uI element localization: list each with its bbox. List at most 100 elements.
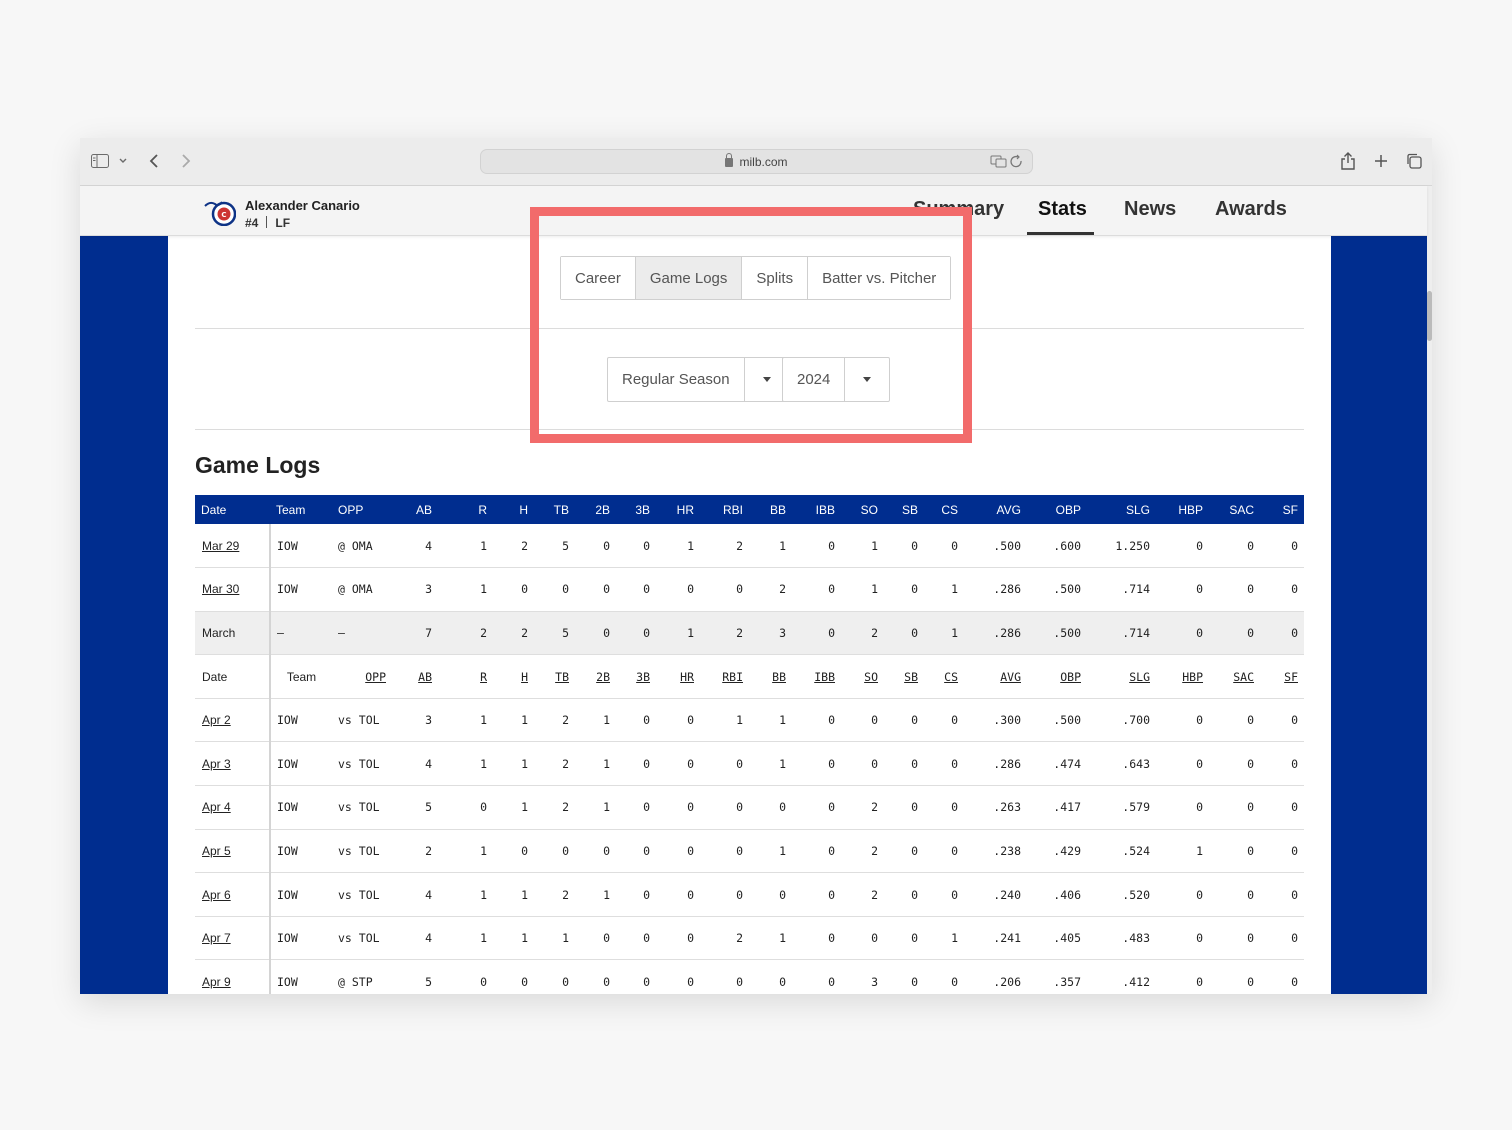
table-row: Apr 4 IOW vs TOL 5 0 1 2 1 0 0 0 0 0 2 0 0.263.417.579 0… [195, 785, 1304, 830]
stat-cell[interactable]: SAC [1209, 654, 1260, 699]
column-header[interactable]: R [438, 495, 493, 524]
column-header[interactable]: Date [195, 495, 270, 524]
stat-cell[interactable]: R [438, 654, 493, 699]
stat-cell: @ STP [332, 959, 392, 994]
stat-cell[interactable]: RBI [700, 654, 749, 699]
translate-icon[interactable] [990, 153, 1024, 172]
game-date-link[interactable]: Apr 9 [202, 975, 231, 989]
page-scrollbar[interactable] [1427, 186, 1432, 994]
back-icon[interactable] [146, 150, 162, 172]
address-bar[interactable]: milb.com [480, 149, 1033, 174]
nav-stats[interactable]: Stats [1038, 198, 1087, 221]
caret-down-icon[interactable] [845, 358, 889, 401]
stat-cell: .405 [1027, 916, 1087, 961]
stat-cell[interactable]: AB [392, 654, 438, 699]
stat-cell: vs TOL [332, 829, 392, 874]
stat-cell[interactable]: SLG [1087, 654, 1156, 699]
column-header[interactable]: AB [392, 495, 438, 524]
year-select[interactable]: 2024 [782, 357, 891, 402]
season-type-select[interactable]: Regular Season [607, 357, 790, 402]
table-subheader-row: Date Team OPP AB R H TB 2B 3B HR RBI BB IBB SO SB CS AVG… [195, 654, 1304, 699]
game-date-link[interactable]: Apr 7 [202, 931, 231, 945]
column-header[interactable]: H [493, 495, 534, 524]
stat-cell[interactable]: TB [534, 654, 575, 699]
column-header[interactable]: TB [534, 495, 575, 524]
column-header[interactable]: SB [884, 495, 924, 524]
tab-batter-vs-pitcher[interactable]: Batter vs. Pitcher [808, 257, 951, 299]
sidebar-toggle-icon[interactable] [90, 150, 110, 172]
stat-cell[interactable]: OPP [332, 654, 392, 699]
column-header[interactable]: HR [656, 495, 700, 524]
stat-cell[interactable]: SF [1260, 654, 1304, 699]
column-header[interactable]: HBP [1156, 495, 1209, 524]
stat-cell: 0 [1156, 872, 1209, 917]
nav-summary[interactable]: Summary [913, 198, 1004, 221]
stat-cell: 1 [749, 916, 792, 961]
stat-cell: 0 [1260, 916, 1304, 961]
stat-cell: @ OMA [332, 524, 392, 569]
nav-news[interactable]: News [1124, 198, 1176, 221]
stat-cell[interactable]: BB [749, 654, 792, 699]
stat-cell[interactable]: IBB [792, 654, 841, 699]
stat-cell[interactable]: HR [656, 654, 700, 699]
column-header[interactable]: SAC [1209, 495, 1260, 524]
stat-cell: .206 [964, 959, 1027, 994]
tab-career[interactable]: Career [561, 257, 636, 299]
table-row: Apr 3 IOW vs TOL 4 1 1 2 1 0 0 0 1 0 0 0 0.286.474.643 0… [195, 741, 1304, 787]
column-header[interactable]: Team [270, 495, 332, 524]
stat-cell[interactable]: 3B [616, 654, 656, 699]
column-header[interactable]: SF [1260, 495, 1304, 524]
stat-cell: 0 [1209, 916, 1260, 961]
date-cell: Apr 3 [195, 741, 271, 787]
nav-awards[interactable]: Awards [1215, 198, 1287, 221]
column-header[interactable]: BB [749, 495, 792, 524]
date-cell: Apr 5 [195, 829, 271, 874]
stat-cell[interactable]: CS [924, 654, 964, 699]
column-header[interactable]: OBP [1027, 495, 1087, 524]
share-icon[interactable] [1338, 150, 1358, 172]
column-header[interactable]: AVG [964, 495, 1027, 524]
stat-cell: .714 [1087, 567, 1156, 612]
chevron-down-icon[interactable] [116, 150, 130, 172]
stat-cell: 1 [438, 829, 493, 874]
tab-game-logs[interactable]: Game Logs [635, 257, 743, 299]
stat-cell: 0 [924, 959, 964, 994]
stat-cell[interactable]: HBP [1156, 654, 1209, 699]
tab-overview-icon[interactable] [1404, 150, 1424, 172]
stat-cell: .240 [964, 872, 1027, 917]
stat-cell[interactable]: 2B [575, 654, 616, 699]
stat-cell[interactable]: SO [841, 654, 884, 699]
column-header[interactable]: OPP [332, 495, 392, 524]
stat-cell: 1 [924, 567, 964, 612]
forward-icon[interactable] [178, 150, 194, 172]
stat-cell: 0 [924, 524, 964, 569]
column-header[interactable]: RBI [700, 495, 749, 524]
game-date-link[interactable]: Apr 5 [202, 844, 231, 858]
game-date-link[interactable]: Apr 3 [202, 757, 231, 771]
game-date-link[interactable]: Apr 2 [202, 713, 231, 727]
game-date-link[interactable]: Apr 4 [202, 800, 231, 814]
game-date-link[interactable]: Apr 6 [202, 888, 231, 902]
stat-cell[interactable]: H [493, 654, 534, 699]
new-tab-icon[interactable] [1371, 150, 1391, 172]
stat-cell[interactable]: SB [884, 654, 924, 699]
stat-cell: 1 [438, 698, 493, 743]
stat-cell: vs TOL [332, 916, 392, 961]
stat-cell[interactable]: AVG [964, 654, 1027, 699]
column-header[interactable]: 2B [575, 495, 616, 524]
stat-cell[interactable]: OBP [1027, 654, 1087, 699]
column-header[interactable]: SO [841, 495, 884, 524]
stat-cell: 0 [749, 959, 792, 994]
column-header[interactable]: SLG [1087, 495, 1156, 524]
table-header: Date Team OPP AB R H TB 2B 3B HR RBI BB IBB SO SB CS AVG… [195, 495, 1304, 524]
column-header[interactable]: CS [924, 495, 964, 524]
stat-cell: 2 [841, 872, 884, 917]
stat-cell: 0 [656, 959, 700, 994]
game-date-link[interactable]: Mar 30 [202, 582, 239, 596]
column-header[interactable]: IBB [792, 495, 841, 524]
date-cell: Apr 7 [195, 916, 271, 961]
game-date-link[interactable]: Mar 29 [202, 539, 239, 553]
column-header[interactable]: 3B [616, 495, 656, 524]
tab-splits[interactable]: Splits [742, 257, 809, 299]
stat-cell: 1 [493, 698, 534, 743]
